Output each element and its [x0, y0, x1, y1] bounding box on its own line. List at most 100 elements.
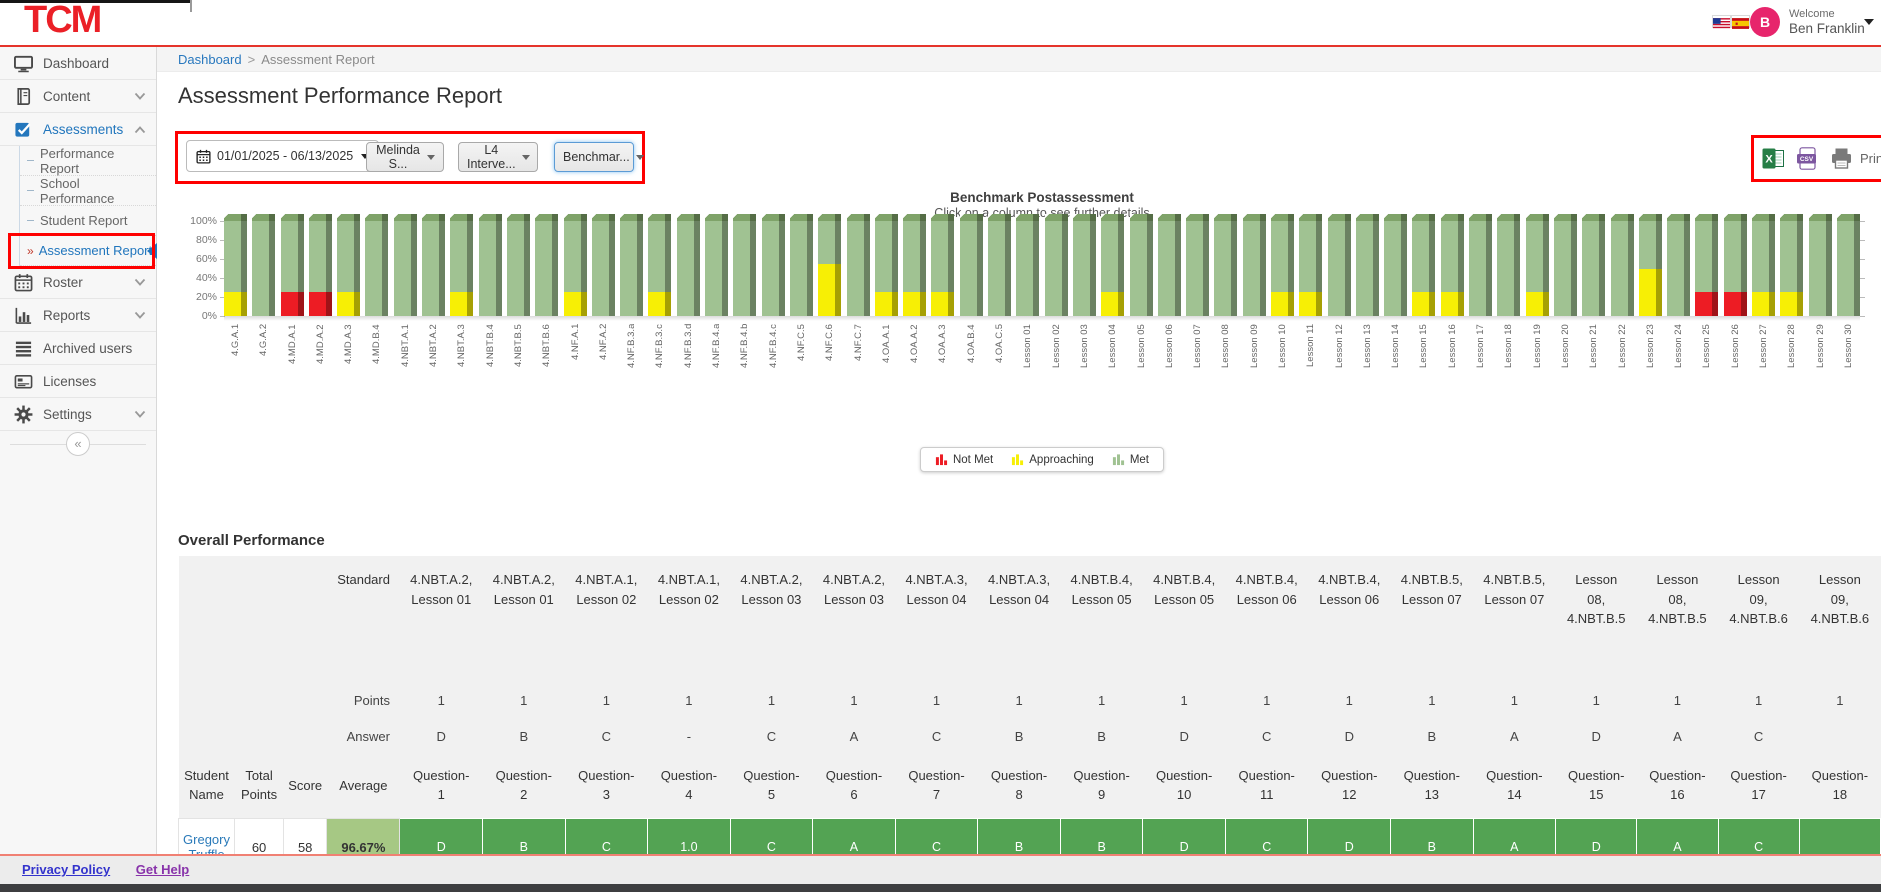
sidebar-subitem-school-performance[interactable]: School Performance	[20, 176, 156, 206]
chart-bar-lesson-16[interactable]	[1441, 214, 1464, 316]
class-dropdown[interactable]: L4 Interve...	[458, 142, 538, 172]
chart-bar-lesson-23[interactable]	[1639, 214, 1662, 316]
chart-bar-4-md-a-3[interactable]	[337, 214, 360, 316]
sidebar-item-content[interactable]: Content	[0, 80, 156, 113]
chart-bar-lesson-10[interactable]	[1271, 214, 1294, 316]
chart-bar-4-nbt-b-5[interactable]	[507, 214, 530, 316]
chart-bar-lesson-14[interactable]	[1384, 214, 1407, 316]
legend-item-not-met[interactable]: Not Met	[935, 453, 993, 466]
sidebar-item-reports[interactable]: Reports	[0, 299, 156, 332]
chart-bar-lesson-25[interactable]	[1695, 214, 1718, 316]
sidebar-item-assessments[interactable]: Assessments	[0, 113, 156, 146]
chart-bar-lesson-01[interactable]	[1016, 214, 1039, 316]
chart-bar-lesson-12[interactable]	[1328, 214, 1351, 316]
chart-bar-lesson-11[interactable]	[1299, 214, 1322, 316]
chart-bar-lesson-28[interactable]	[1780, 214, 1803, 316]
get-help-link[interactable]: Get Help	[136, 862, 189, 877]
chart-bar-4-nf-c-6[interactable]	[818, 214, 841, 316]
chart-bar-lesson-02[interactable]	[1045, 214, 1068, 316]
chart-bar-lesson-05[interactable]	[1130, 214, 1153, 316]
chart-bar-4-nbt-a-3[interactable]	[450, 214, 473, 316]
chart-bar-4-oa-a-3[interactable]	[931, 214, 954, 316]
chart-bar-lesson-06[interactable]	[1158, 214, 1181, 316]
x-axis-label: Lesson 10	[1271, 324, 1294, 396]
chart-bar-lesson-03[interactable]	[1073, 214, 1096, 316]
chart-bar-4-nf-b-4-a[interactable]	[705, 214, 728, 316]
chart-bar-4-g-a-2[interactable]	[252, 214, 275, 316]
chart-bar-lesson-17[interactable]	[1469, 214, 1492, 316]
chart-bar-lesson-30[interactable]	[1837, 214, 1860, 316]
user-menu-caret-icon[interactable]	[1864, 19, 1874, 25]
chart-bar-lesson-08[interactable]	[1214, 214, 1237, 316]
chart-bar-lesson-19[interactable]	[1526, 214, 1549, 316]
student-name-link[interactable]: Gregory Truffle	[183, 832, 230, 854]
chart-bar-lesson-09[interactable]	[1243, 214, 1266, 316]
legend-item-met[interactable]: Met	[1112, 453, 1149, 466]
sidebar-item-roster[interactable]: Roster	[0, 266, 156, 299]
chart-bar-4-nbt-a-2[interactable]	[422, 214, 445, 316]
bar-top-face	[875, 214, 898, 221]
tcm-logo[interactable]: TCM	[24, 0, 100, 43]
chart-bar-4-md-a-2[interactable]	[309, 214, 332, 316]
bar-top-face	[450, 214, 473, 221]
column-header-average: Average	[327, 754, 400, 819]
breadcrumb-dashboard-link[interactable]: Dashboard	[178, 52, 242, 67]
date-range-picker[interactable]: 01/01/2025 - 06/13/2025	[186, 140, 379, 172]
bar-top-face	[1837, 214, 1860, 221]
chart-bar-4-md-b-4[interactable]	[365, 214, 388, 316]
sidebar-item-settings[interactable]: Settings	[0, 398, 156, 431]
avatar[interactable]: B	[1750, 7, 1780, 37]
chart-bar-4-oa-a-2[interactable]	[903, 214, 926, 316]
sidebar-item-licenses[interactable]: Licenses	[0, 365, 156, 398]
chart-bar-4-oa-a-1[interactable]	[875, 214, 898, 316]
chart-bar-lesson-07[interactable]	[1186, 214, 1209, 316]
chart-bar-4-oa-c-5[interactable]	[988, 214, 1011, 316]
chart-bar-lesson-29[interactable]	[1809, 214, 1832, 316]
bar-segment-met	[1441, 221, 1464, 292]
sidebar-subitem-assessment-report[interactable]: »Assessment Report	[20, 236, 156, 266]
print-button[interactable]: Print	[1860, 151, 1881, 166]
print-icon[interactable]	[1830, 147, 1853, 170]
us-flag-icon[interactable]	[1713, 16, 1730, 27]
chart-bar-4-nf-b-3-d[interactable]	[677, 214, 700, 316]
chart-bar-lesson-18[interactable]	[1497, 214, 1520, 316]
chart-bar-lesson-21[interactable]	[1582, 214, 1605, 316]
export-csv-icon[interactable]: CSV	[1796, 147, 1819, 170]
chart-bar-4-nf-a-1[interactable]	[564, 214, 587, 316]
chart-bar-4-nf-b-3-c[interactable]	[648, 214, 671, 316]
user-name[interactable]: Ben Franklin	[1789, 21, 1865, 36]
sidebar-item-archived-users[interactable]: Archived users	[0, 332, 156, 365]
chart-bar-lesson-04[interactable]	[1101, 214, 1124, 316]
export-excel-icon[interactable]: X	[1762, 147, 1785, 170]
sidebar-collapse-button[interactable]: «	[66, 432, 90, 456]
chart-bar-4-nf-c-5[interactable]	[790, 214, 813, 316]
chart-bar-4-md-a-1[interactable]	[281, 214, 304, 316]
sidebar-subitem-student-report[interactable]: Student Report	[20, 206, 156, 236]
chart-bar-4-oa-b-4[interactable]	[960, 214, 983, 316]
chart-bar-4-nbt-a-1[interactable]	[394, 214, 417, 316]
chart-bar-4-nbt-b-6[interactable]	[535, 214, 558, 316]
chart-bar-4-nf-a-2[interactable]	[592, 214, 615, 316]
chart-bar-4-nbt-b-4[interactable]	[479, 214, 502, 316]
legend-item-approaching[interactable]: Approaching	[1011, 453, 1094, 466]
chart-bar-lesson-13[interactable]	[1356, 214, 1379, 316]
chart-bar-lesson-26[interactable]	[1724, 214, 1747, 316]
chart-bar-4-nf-c-7[interactable]	[847, 214, 870, 316]
chart-bar-4-nf-b-4-b[interactable]	[733, 214, 756, 316]
chart-bar-lesson-15[interactable]	[1412, 214, 1435, 316]
teacher-dropdown[interactable]: Melinda S...	[366, 142, 444, 172]
chart-bar-lesson-27[interactable]	[1752, 214, 1775, 316]
sidebar-item-dashboard[interactable]: Dashboard	[0, 47, 156, 80]
assessment-dropdown[interactable]: Benchmar...	[554, 142, 634, 172]
chart-bar-lesson-20[interactable]	[1554, 214, 1577, 316]
spain-flag-icon[interactable]	[1732, 16, 1749, 27]
bar-segment-approaching	[648, 292, 671, 316]
chart-bar-4-g-a-1[interactable]	[224, 214, 247, 316]
chart-bar-lesson-24[interactable]	[1667, 214, 1690, 316]
sidebar-subitem-performance-report[interactable]: Performance Report	[20, 146, 156, 176]
chart-bar-4-nf-b-4-c[interactable]	[762, 214, 785, 316]
privacy-policy-link[interactable]: Privacy Policy	[22, 862, 110, 877]
chevron-down-icon	[134, 92, 146, 101]
chart-bar-lesson-22[interactable]	[1611, 214, 1634, 316]
chart-bar-4-nf-b-3-a[interactable]	[620, 214, 643, 316]
